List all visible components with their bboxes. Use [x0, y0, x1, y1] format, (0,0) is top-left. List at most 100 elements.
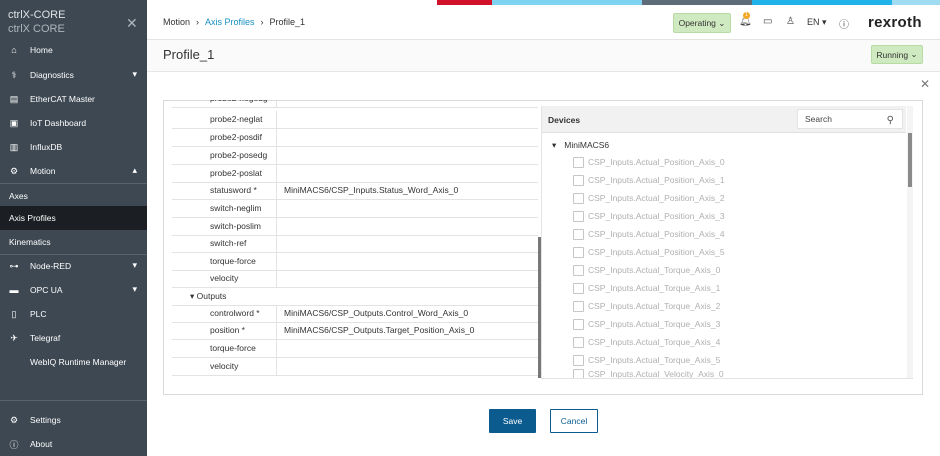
device-item[interactable]: CSP_Inputs.Actual_Torque_Axis_1 — [573, 279, 720, 297]
table-row[interactable]: controlword * MiniMACS6/CSP_Outputs.Contr… — [172, 305, 538, 323]
database-icon: ▥ — [9, 141, 19, 152]
device-search-input[interactable]: Search ⚲ — [797, 109, 903, 129]
sidebar-item-label: Home — [30, 45, 53, 55]
table-row[interactable]: switch-neglim — [172, 200, 538, 218]
device-item[interactable]: CSP_Inputs.Actual_Position_Axis_5 — [573, 243, 725, 261]
breadcrumb-axis-profiles[interactable]: Axis Profiles — [205, 17, 255, 27]
plc-icon: ▯ — [11, 308, 17, 319]
running-status-button[interactable]: Running ⌄ — [871, 45, 923, 64]
table-row[interactable]: probe2-negedg — [172, 100, 538, 108]
user-icon[interactable]: ♙ — [786, 16, 795, 27]
checkbox[interactable] — [573, 354, 584, 366]
sidebar-item-label: PLC — [30, 309, 47, 319]
tree-root-label: MiniMACS6 — [564, 140, 610, 150]
sidebar-item-label: EtherCAT Master — [30, 94, 95, 104]
rexroth-logo: rexroth — [868, 14, 922, 31]
sidebar-item-home[interactable]: ⌂ Home — [0, 38, 147, 62]
operating-mode-button[interactable]: Operating ⌄ — [673, 13, 731, 33]
checkbox[interactable] — [573, 174, 584, 186]
close-dialog-icon[interactable]: ✕ — [920, 77, 930, 91]
device-item[interactable]: CSP_Inputs.Actual_Torque_Axis_0 — [573, 261, 720, 279]
device-item-label: CSP_Inputs.Actual_Position_Axis_3 — [588, 211, 725, 221]
outputs-group-row[interactable]: ▾ Outputs — [172, 288, 538, 306]
save-button[interactable]: Save — [489, 409, 536, 433]
signal-name: probe2-neglat — [172, 111, 277, 128]
checkbox[interactable] — [573, 336, 584, 348]
table-row[interactable]: velocity — [172, 358, 538, 376]
sidebar-item-kinematics[interactable]: Kinematics — [0, 230, 147, 254]
table-row[interactable]: probe2-posdif — [172, 129, 538, 147]
chevron-down-icon: ▾ — [132, 69, 137, 79]
checkbox[interactable] — [573, 192, 584, 204]
device-item[interactable]: CSP_Inputs.Actual_Position_Axis_4 — [573, 225, 725, 243]
cancel-button[interactable]: Cancel — [550, 409, 598, 433]
language-selector[interactable]: EN ▾ — [807, 17, 827, 28]
table-row[interactable]: probe2-neglat — [172, 111, 538, 129]
sidebar-item-diagnostics[interactable]: ⚕ Diagnostics ▾ — [0, 63, 147, 87]
table-row[interactable]: probe2-poslat — [172, 165, 538, 183]
device-item[interactable]: CSP_Inputs.Actual_Position_Axis_0 — [573, 153, 725, 171]
breadcrumb-motion[interactable]: Motion — [163, 17, 190, 27]
notification-badge: 1 — [743, 12, 750, 19]
device-item-label: CSP_Inputs.Actual_Position_Axis_2 — [588, 193, 725, 203]
breadcrumb-current: Profile_1 — [269, 17, 306, 27]
sidebar-item-plc[interactable]: ▯ PLC — [0, 302, 147, 326]
table-row[interactable]: torque-force — [172, 253, 538, 271]
device-item[interactable]: CSP_Inputs.Actual_Torque_Axis_3 — [573, 315, 720, 333]
checkbox[interactable] — [573, 210, 584, 222]
sidebar-item-webiq[interactable]: WebIQ Runtime Manager — [0, 350, 147, 374]
checkbox[interactable] — [573, 282, 584, 294]
checkbox[interactable] — [573, 156, 584, 168]
sidebar-item-opc-ua[interactable]: ▬ OPC UA ▾ — [0, 278, 147, 302]
signal-value — [277, 129, 538, 146]
signal-name: probe2-posdif — [172, 129, 277, 146]
device-item[interactable]: CSP_Inputs.Actual_Torque_Axis_5 — [573, 351, 720, 369]
checkbox[interactable] — [573, 246, 584, 258]
signal-name: probe2-posedg — [172, 147, 277, 164]
devices-scrollbar-thumb[interactable] — [908, 133, 912, 187]
sidebar-item-axis-profiles[interactable]: Axis Profiles — [0, 206, 147, 230]
page-title: Profile_1 — [163, 47, 215, 62]
checkbox[interactable] — [573, 369, 584, 378]
sidebar-item-label: Diagnostics — [30, 70, 74, 80]
table-row[interactable]: switch-ref — [172, 235, 538, 253]
sidebar-item-about[interactable]: ⓘ About — [0, 432, 147, 456]
checkbox[interactable] — [573, 228, 584, 240]
device-item[interactable]: CSP_Inputs.Actual_Position_Axis_1 — [573, 171, 725, 189]
checkbox[interactable] — [573, 318, 584, 330]
sidebar-item-ethercat[interactable]: ▤ EtherCAT Master — [0, 87, 147, 111]
checkbox[interactable] — [573, 264, 584, 276]
device-item[interactable]: CSP_Inputs.Actual_Torque_Axis_4 — [573, 333, 720, 351]
chevron-right-icon: › — [196, 17, 200, 27]
table-row[interactable]: torque-force — [172, 340, 538, 358]
sidebar-item-telegraf[interactable]: ✈ Telegraf — [0, 326, 147, 350]
sidebar-item-node-red[interactable]: ⊶ Node-RED ▾ — [0, 254, 147, 278]
divider — [0, 400, 147, 401]
gear-icon: ⚙ — [9, 414, 19, 425]
device-item[interactable]: CSP_Inputs.Actual_Position_Axis_3 — [573, 207, 725, 225]
sidebar-item-axes[interactable]: Axes — [0, 184, 147, 208]
table-row[interactable]: probe2-posedg — [172, 147, 538, 165]
devices-title: Devices — [548, 115, 581, 125]
title-row: Profile_1 — [147, 40, 940, 72]
sidebar-item-iot-dashboard[interactable]: ▣ IoT Dashboard — [0, 111, 147, 135]
table-row[interactable]: position * MiniMACS6/CSP_Outputs.Target_P… — [172, 322, 538, 340]
sidebar-item-settings[interactable]: ⚙ Settings — [0, 408, 147, 432]
table-row[interactable]: statusword * MiniMACS6/CSP_Inputs.Status_… — [172, 182, 538, 200]
tree-root-minimacs6[interactable]: ▾ MiniMACS6 — [552, 140, 609, 151]
device-item[interactable]: CSP_Inputs.Actual_Position_Axis_2 — [573, 189, 725, 207]
help-icon[interactable]: ⓘ — [839, 16, 849, 31]
folder-icon[interactable]: ▭ — [763, 16, 772, 27]
brand-subtitle: ctrlX CORE — [8, 23, 65, 35]
sidebar-item-motion[interactable]: ⚙ Motion ▴ — [0, 159, 147, 183]
device-item[interactable]: CSP_Inputs.Actual_Torque_Axis_2 — [573, 297, 720, 315]
close-sidebar-icon[interactable]: ✕ — [126, 15, 138, 32]
table-row[interactable]: velocity — [172, 270, 538, 288]
search-icon[interactable]: ⚲ — [887, 112, 894, 130]
device-item[interactable]: CSP_Inputs.Actual_Velocity_Axis_0 — [573, 369, 724, 378]
device-item-label: CSP_Inputs.Actual_Torque_Axis_4 — [588, 337, 721, 347]
sidebar-item-label: WebIQ Runtime Manager — [30, 357, 127, 367]
table-row[interactable]: switch-poslim — [172, 218, 538, 236]
checkbox[interactable] — [573, 300, 584, 312]
sidebar-item-influxdb[interactable]: ▥ InfluxDB — [0, 135, 147, 159]
